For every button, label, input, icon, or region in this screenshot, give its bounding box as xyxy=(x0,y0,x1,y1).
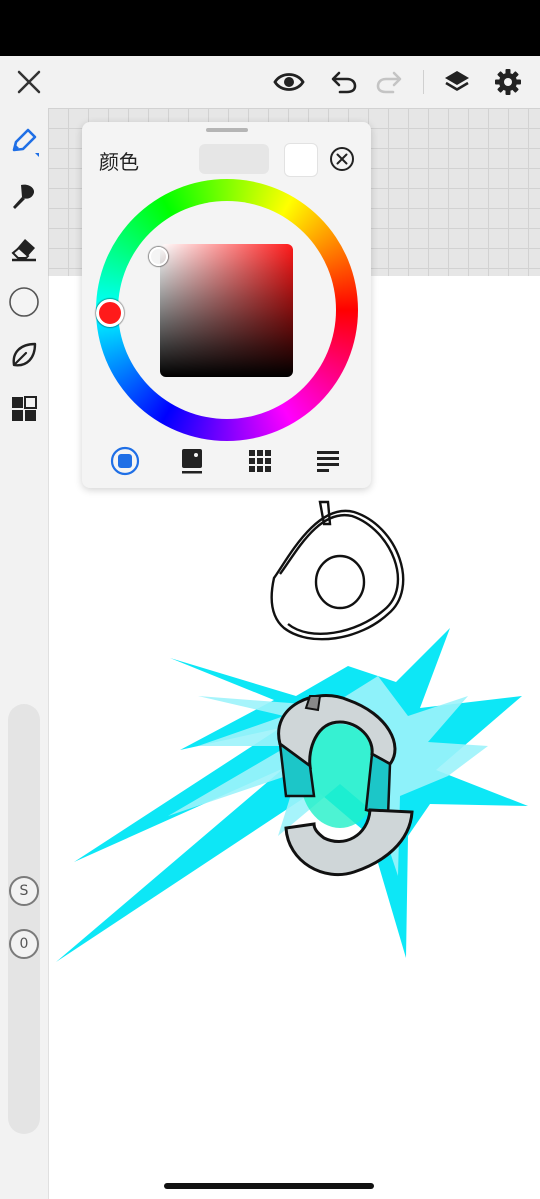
classic-tab[interactable] xyxy=(175,444,209,478)
close-circle-icon xyxy=(330,147,354,171)
color-tool[interactable] xyxy=(4,282,44,322)
value-bars-icon xyxy=(317,451,339,472)
panel-title: 颜色 xyxy=(99,150,139,174)
saturation-value-knob[interactable] xyxy=(149,247,168,266)
hue-knob[interactable] xyxy=(96,299,124,327)
undo-button[interactable] xyxy=(324,62,364,102)
pen-icon xyxy=(12,128,39,157)
toolbar-divider xyxy=(423,70,424,94)
opacity-button[interactable]: 0 xyxy=(9,929,39,959)
preview-button[interactable] xyxy=(269,62,309,102)
current-color-swatch[interactable] xyxy=(284,143,318,177)
palette-grid-icon xyxy=(249,450,271,472)
settings-button[interactable] xyxy=(488,62,528,102)
close-icon xyxy=(17,70,41,94)
eye-icon xyxy=(273,73,305,91)
redo-button[interactable] xyxy=(369,62,409,102)
palette-tab[interactable] xyxy=(243,444,277,478)
disc-mode-icon xyxy=(110,446,140,476)
eraser-icon xyxy=(11,239,36,262)
grid-icon xyxy=(12,396,37,421)
brush-tool[interactable] xyxy=(4,176,44,216)
egg-sketch xyxy=(270,500,405,641)
close-button[interactable] xyxy=(9,62,49,102)
pen-tool[interactable] xyxy=(4,122,44,162)
gallery-tool[interactable] xyxy=(4,389,44,429)
value-tab[interactable] xyxy=(311,444,345,478)
brush-icon xyxy=(13,184,35,209)
gear-icon xyxy=(495,69,521,95)
brush-size-slider[interactable] xyxy=(8,704,40,1134)
top-toolbar xyxy=(0,56,540,108)
status-bar xyxy=(0,0,540,56)
color-panel: 颜色 xyxy=(82,122,371,488)
disc-tab[interactable] xyxy=(108,444,142,478)
saturation-value-square[interactable] xyxy=(160,244,293,377)
tool-sidebar: S 0 xyxy=(0,108,49,1199)
size-button[interactable]: S xyxy=(9,876,39,906)
eraser-tool[interactable] xyxy=(4,229,44,269)
home-indicator xyxy=(164,1183,374,1189)
classic-mode-icon xyxy=(182,449,202,474)
redo-icon xyxy=(376,71,402,94)
layers-button[interactable] xyxy=(437,62,477,102)
panel-close-button[interactable] xyxy=(328,145,356,173)
previous-color-swatch[interactable] xyxy=(199,144,269,174)
smudge-tool[interactable] xyxy=(4,335,44,375)
undo-icon xyxy=(331,71,357,94)
panel-drag-handle[interactable] xyxy=(206,128,248,132)
leaf-icon xyxy=(12,342,37,367)
circle-icon xyxy=(9,287,39,317)
layers-icon xyxy=(445,71,469,91)
